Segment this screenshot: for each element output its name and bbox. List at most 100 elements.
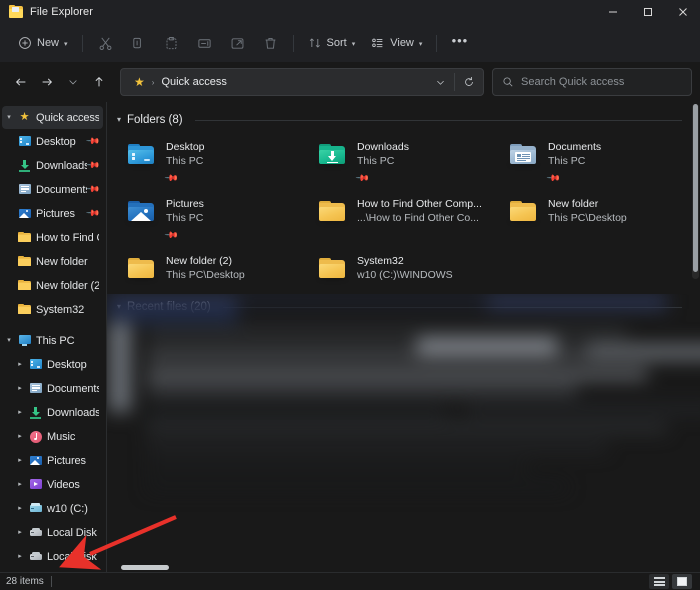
folder-tile-desktop[interactable]: Desktop This PC 📌 [121,135,312,191]
folder-tile-how-to-find-other-computers[interactable]: How to Find Other Comp... ...\How to Fin… [312,192,503,248]
view-button[interactable]: View ▾ [363,29,430,57]
arrow-up-icon [95,76,103,87]
chevron-right-icon[interactable]: ▸ [13,505,27,512]
address-dropdown-button[interactable] [428,70,452,94]
copy-button[interactable] [122,29,155,57]
sidebar-item-drive-d[interactable]: ▸ Local Disk (D:) [2,521,103,544]
close-button[interactable] [665,0,700,24]
sidebar-label: New folder [36,255,88,268]
sidebar-item-pc-music[interactable]: ▸ Music [2,425,103,448]
folder-tile-downloads[interactable]: Downloads This PC 📌 [312,135,503,191]
folder-icon [509,198,539,225]
status-bar: 28 items [0,572,700,590]
sidebar-item-this-pc[interactable]: ▾ This PC [2,329,103,352]
chevron-right-icon[interactable]: ▸ [13,457,27,464]
content-pane[interactable]: ▾ Folders (8) Desktop This PC 📌 Download… [107,102,700,572]
tile-name: New folder [548,198,599,210]
recent-files-list-redacted[interactable] [107,294,700,572]
maximize-button[interactable] [630,0,665,24]
sidebar-item-new-folder[interactable]: New folder [2,250,103,273]
sidebar-item-how-to-find-ot[interactable]: How to Find Ot [2,226,103,249]
horizontal-scrollbar[interactable] [107,563,691,571]
vertical-scrollbar[interactable] [692,104,699,279]
chevron-right-icon[interactable]: ▸ [13,433,27,440]
sidebar-item-pc-videos[interactable]: ▸ Videos [2,473,103,496]
chevron-right-icon[interactable]: ▸ [13,361,27,368]
back-button[interactable] [8,69,34,95]
sidebar-item-pc-desktop[interactable]: ▸ Desktop [2,353,103,376]
sort-button[interactable]: Sort ▾ [300,29,364,57]
folder-icon [16,303,33,316]
chevron-right-icon[interactable]: ▸ [13,553,27,560]
share-button[interactable] [221,29,254,57]
tile-subtitle: This PC [166,212,204,224]
search-input[interactable] [521,76,682,88]
view-list-icon [372,38,383,48]
tile-subtitle: This PC [548,155,586,167]
refresh-button[interactable] [457,70,481,94]
details-view-icon[interactable] [649,574,669,589]
forward-button[interactable] [34,69,60,95]
download-icon [16,159,33,172]
sidebar-item-quick-access[interactable]: ▾ ★ Quick access [2,106,103,129]
chevron-down-icon[interactable]: ▾ [2,337,16,344]
search-box[interactable] [492,68,692,96]
sidebar-item-pc-downloads[interactable]: ▸ Downloads [2,401,103,424]
address-bar[interactable]: ★ › Quick access [120,68,484,96]
pin-icon: 📌 [85,205,101,221]
recent-locations-button[interactable] [60,69,86,95]
vertical-scrollbar-thumb[interactable] [693,104,698,272]
ellipsis-icon: ••• [451,32,469,48]
folders-group-header[interactable]: ▾ Folders (8) [107,102,700,128]
documents-icon [27,382,44,395]
status-divider [50,576,52,587]
sidebar-item-system32[interactable]: System32 [2,298,103,321]
sidebar-item-pc-documents[interactable]: ▸ Documents [2,377,103,400]
chevron-right-icon[interactable]: ▸ [13,409,27,416]
folder-tile-new-folder-2[interactable]: New folder (2) This PC\Desktop [121,249,312,287]
sidebar-item-drive-e[interactable]: ▸ Local Disk (E:) [2,545,103,568]
download-icon [27,406,44,419]
refresh-icon [465,77,473,86]
tile-subtitle: This PC [166,155,204,167]
pin-icon: 📌 [164,170,180,186]
view-button-label: View [390,37,414,49]
navigation-pane[interactable]: ▾ ★ Quick access Desktop 📌 Downloads 📌 D… [0,102,107,572]
more-options-button[interactable]: ••• [443,29,476,57]
folder-tile-new-folder[interactable]: New folder This PC\Desktop [503,192,694,248]
sidebar-item-pc-pictures[interactable]: ▸ Pictures [2,449,103,472]
folder-tile-documents[interactable]: Documents This PC 📌 [503,135,694,191]
chevron-down-icon[interactable]: ▾ [117,116,121,124]
delete-button[interactable] [254,29,287,57]
breadcrumb[interactable]: ★ › Quick access [129,71,232,93]
chevron-down-icon [69,80,77,85]
minimize-button[interactable] [595,0,630,24]
sidebar-item-desktop[interactable]: Desktop 📌 [2,130,103,153]
chevron-right-icon[interactable]: ▸ [13,481,27,488]
up-button[interactable] [86,69,112,95]
trash-icon [265,37,275,49]
item-count-label: 28 items [6,576,44,587]
folders-grid: Desktop This PC 📌 Downloads This PC 📌 Do… [107,128,700,287]
cut-button[interactable] [89,29,122,57]
chevron-down-icon[interactable]: ▾ [2,114,16,121]
paste-button[interactable] [155,29,188,57]
horizontal-scrollbar-thumb[interactable] [121,565,169,570]
sidebar-item-pictures[interactable]: Pictures 📌 [2,202,103,225]
sidebar-item-downloads[interactable]: Downloads 📌 [2,154,103,177]
sidebar-item-new-folder-2[interactable]: New folder (2) [2,274,103,297]
documents-icon [16,183,33,196]
sidebar-item-documents[interactable]: Documents 📌 [2,178,103,201]
sidebar-item-drive-c[interactable]: ▸ w10 (C:) [2,497,103,520]
new-button[interactable]: New ▾ [10,29,76,57]
rename-button[interactable] [188,29,221,57]
tile-subtitle: This PC [357,155,395,167]
chevron-right-icon[interactable]: ▸ [13,529,27,536]
pictures-icon [16,207,33,220]
redaction-blur-layer [107,294,700,572]
folder-tile-system32[interactable]: System32 w10 (C:)\WINDOWS [312,249,503,287]
sidebar-label: Music [47,430,76,443]
large-icons-view-icon[interactable] [672,574,692,589]
chevron-right-icon[interactable]: ▸ [13,385,27,392]
folder-tile-pictures[interactable]: Pictures This PC 📌 [121,192,312,248]
